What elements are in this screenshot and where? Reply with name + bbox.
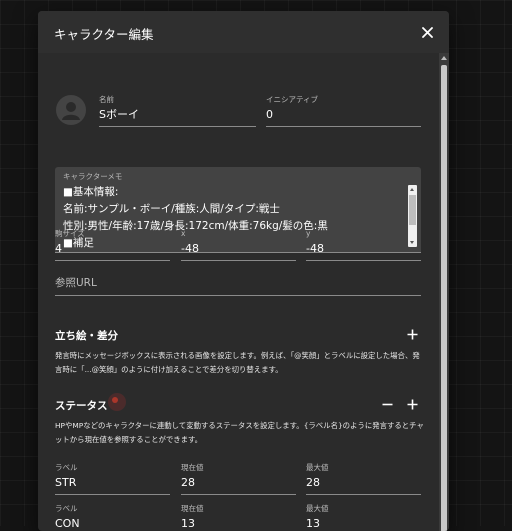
close-button[interactable] (415, 20, 439, 44)
y-field[interactable]: y -48 (306, 229, 421, 261)
character-edit-dialog: キャラクター編集 名前 Sボーイ イニシアティブ 0 キャラクターメモ ■基本情… (38, 11, 449, 531)
memo-line: 名前:サンプル・ボーイ/種族:人間/タイプ:戦士 (63, 203, 280, 215)
initiative-label: イニシアティブ (266, 95, 319, 104)
person-icon (62, 102, 80, 120)
minus-icon (382, 403, 392, 405)
dialog-content[interactable]: 名前 Sボーイ イニシアティブ 0 キャラクターメモ ■基本情報: 名前:サンプ… (38, 53, 439, 531)
memo-label: キャラクターメモ (63, 172, 123, 181)
y-label: y (306, 229, 311, 238)
status-current-field[interactable]: 現在値 28 (181, 463, 296, 495)
status-label-header: ラベル (55, 504, 78, 513)
status-max-header: 最大値 (306, 463, 329, 472)
dice-icon (108, 393, 126, 411)
status-max-input[interactable]: 13 (306, 516, 421, 531)
status-label-header: ラベル (55, 463, 78, 472)
piece-size-label: 駒サイズ (55, 229, 85, 238)
name-input[interactable]: Sボーイ (99, 107, 256, 127)
status-current-input[interactable]: 28 (181, 475, 296, 495)
memo-line: ■基本情報: (63, 186, 119, 198)
y-input[interactable]: -48 (306, 241, 421, 261)
dialog-scrollbar[interactable] (439, 53, 449, 531)
plus-icon (407, 329, 417, 339)
initiative-field[interactable]: イニシアティブ 0 (266, 95, 421, 127)
scroll-up-arrow-icon[interactable] (441, 56, 447, 60)
status-description: HPやMPなどのキャラクターに連動して変動するステータスを設定します。{ラベル名… (55, 421, 424, 444)
avatar[interactable] (56, 95, 86, 125)
close-icon (421, 26, 433, 38)
piece-size-input[interactable]: 4 (55, 241, 170, 261)
status-label-field[interactable]: ラベル CON (55, 504, 170, 531)
status-max-field[interactable]: 最大値 13 (306, 504, 421, 531)
status-current-field[interactable]: 現在値 13 (181, 504, 296, 531)
status-max-input[interactable]: 28 (306, 475, 421, 495)
dialog-title: キャラクター編集 (54, 27, 154, 42)
status-current-input[interactable]: 13 (181, 516, 296, 531)
name-field[interactable]: 名前 Sボーイ (99, 95, 256, 127)
piece-size-field[interactable]: 駒サイズ 4 (55, 229, 170, 261)
status-label-input[interactable]: CON (55, 516, 170, 531)
remove-status-button[interactable] (378, 395, 396, 413)
scroll-up-arrow-icon[interactable] (410, 188, 414, 191)
status-max-field[interactable]: 最大値 28 (306, 463, 421, 495)
status-label-input[interactable]: STR (55, 475, 170, 495)
dialog-header: キャラクター編集 (38, 11, 449, 53)
status-label-field[interactable]: ラベル STR (55, 463, 170, 495)
name-label: 名前 (99, 95, 114, 104)
reference-url-input[interactable]: 参照URL (55, 275, 421, 296)
dialog-scroll-thumb[interactable] (441, 65, 447, 531)
add-status-button[interactable] (403, 395, 421, 413)
portrait-description: 発言時にメッセージボックスに表示される画像を設定します。例えば、「@笑顔」とラベ… (55, 351, 420, 374)
x-field[interactable]: x -48 (181, 229, 296, 261)
status-section-title: ステータス (55, 400, 108, 412)
plus-icon (407, 399, 417, 409)
x-label: x (181, 229, 186, 238)
status-max-header: 最大値 (306, 504, 329, 513)
memo-scroll-thumb[interactable] (409, 195, 416, 225)
status-current-header: 現在値 (181, 504, 204, 513)
add-portrait-button[interactable] (403, 325, 421, 343)
portrait-section-title: 立ち絵・差分 (55, 330, 118, 342)
status-current-header: 現在値 (181, 463, 204, 472)
x-input[interactable]: -48 (181, 241, 296, 261)
initiative-input[interactable]: 0 (266, 107, 421, 127)
